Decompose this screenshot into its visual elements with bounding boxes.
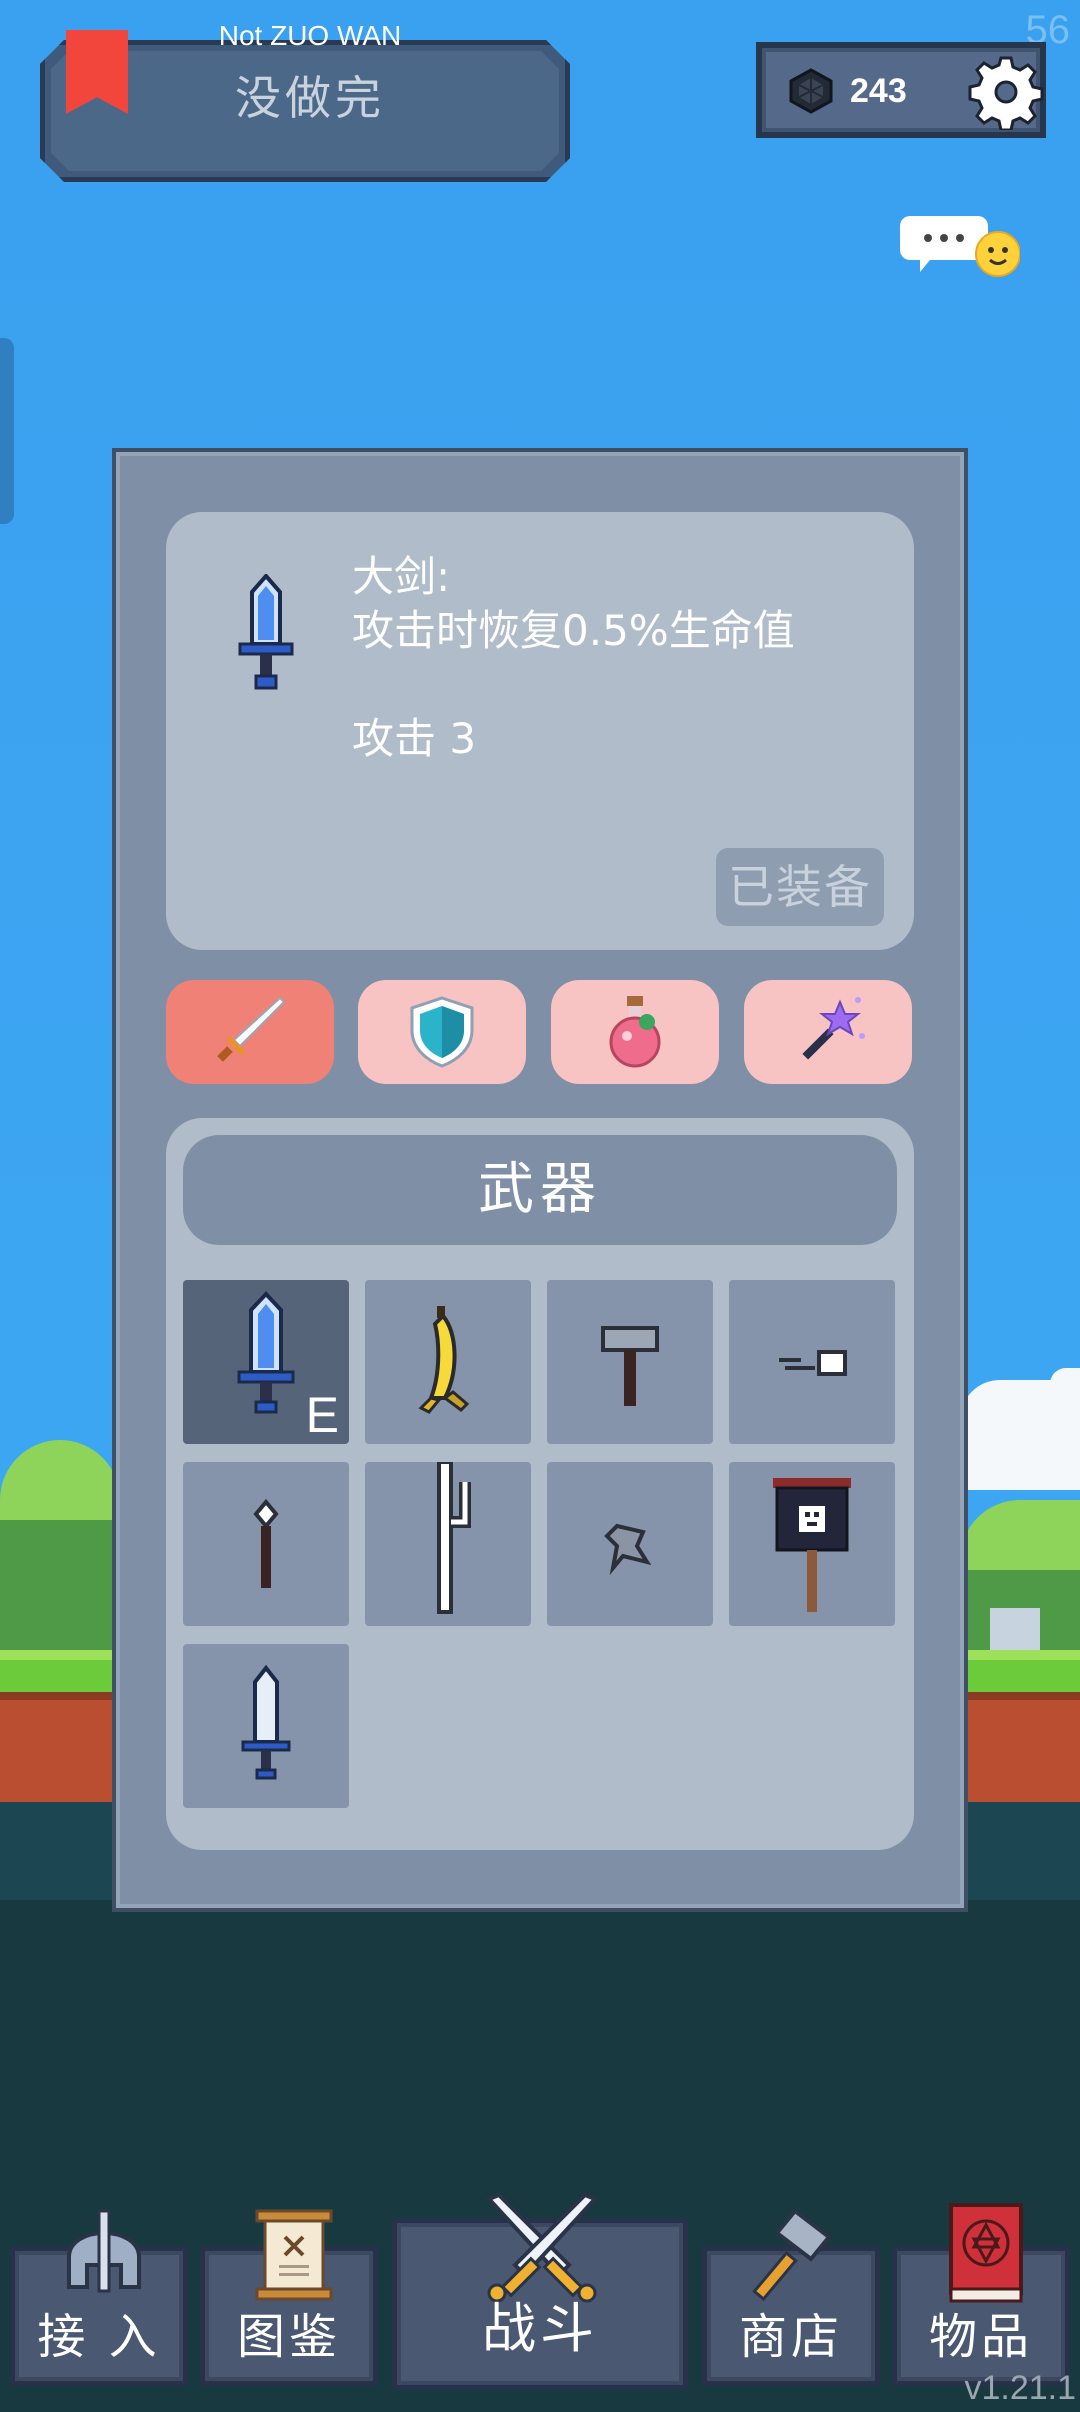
inventory-slot[interactable] <box>729 1280 895 1444</box>
version-label: v1.21.1 <box>964 2369 1076 2407</box>
cane-icon <box>437 1462 471 1614</box>
equipped-button[interactable]: 已装备 <box>716 848 884 926</box>
nav-label: 商店 <box>738 2309 843 2365</box>
inventory-card: 武器 E <box>166 1118 914 1850</box>
banner-icon <box>773 1478 851 1612</box>
nav-battle-button[interactable]: 战斗 <box>392 2193 688 2390</box>
hammer-icon <box>601 1326 659 1406</box>
banner-title-en: Not ZUO WAN <box>218 20 402 51</box>
magic-wand-icon <box>802 997 865 1060</box>
inventory-slot[interactable] <box>365 1280 531 1444</box>
coin-count: 243 <box>850 72 907 110</box>
tree <box>0 1520 120 1660</box>
nav-label: 接 入 <box>37 2309 161 2365</box>
spellbook-icon <box>949 2203 1023 2303</box>
tab-potion[interactable] <box>551 980 719 1084</box>
shield-icon <box>410 996 474 1068</box>
potion-icon <box>609 996 661 1068</box>
banner-title-cn: 没做完 <box>235 71 385 125</box>
gem-icon <box>789 68 833 114</box>
nav-label: 战斗 <box>482 2297 598 2360</box>
inventory-title: 武器 <box>183 1135 897 1245</box>
nav-items-button[interactable]: 物品 <box>892 2203 1070 2386</box>
gravestone <box>990 1608 1040 1656</box>
currency-display: 243 <box>756 42 1046 138</box>
tab-armor[interactable] <box>358 980 526 1084</box>
nav-access-button[interactable]: 接 入 <box>10 2209 188 2386</box>
item-description: 大剑: 攻击时恢复0.5%生命值 攻击 3 <box>352 552 795 763</box>
nav-label: 物品 <box>928 2309 1033 2365</box>
short-sword-icon <box>241 1664 291 1780</box>
cloud <box>1050 1368 1080 1402</box>
inventory-slot[interactable] <box>183 1644 349 1808</box>
inventory-slot[interactable]: E <box>183 1280 349 1444</box>
equipped-marker: E <box>305 1387 339 1443</box>
side-drawer-handle[interactable] <box>0 338 14 524</box>
blue-great-sword-icon <box>238 574 294 690</box>
inventory-slot[interactable] <box>547 1280 713 1444</box>
tab-magic[interactable] <box>744 980 912 1084</box>
inventory-slot[interactable] <box>547 1462 713 1626</box>
shuriken-icon <box>604 1523 652 1576</box>
bullet-icon <box>779 1350 847 1376</box>
item-detail-card: 大剑: 攻击时恢复0.5%生命值 攻击 3 已装备 <box>166 512 914 950</box>
banana-icon <box>418 1306 470 1414</box>
scroll-icon <box>255 2209 333 2301</box>
chat-bubble-icon[interactable] <box>900 206 1020 286</box>
hammer-icon <box>752 2208 832 2302</box>
nav-codex-button[interactable]: 图鉴 <box>200 2209 378 2386</box>
inventory-slot[interactable] <box>183 1462 349 1626</box>
inventory-slot[interactable] <box>365 1462 531 1626</box>
inventory-slot[interactable] <box>729 1462 895 1626</box>
gear-icon[interactable] <box>968 54 1044 130</box>
nav-shop-button[interactable]: 商店 <box>702 2208 880 2386</box>
helmet-icon <box>67 2209 141 2293</box>
sword-icon <box>217 996 286 1062</box>
nav-label: 图鉴 <box>236 2309 341 2365</box>
spear-icon <box>253 1498 279 1588</box>
tab-weapon[interactable] <box>166 980 334 1084</box>
